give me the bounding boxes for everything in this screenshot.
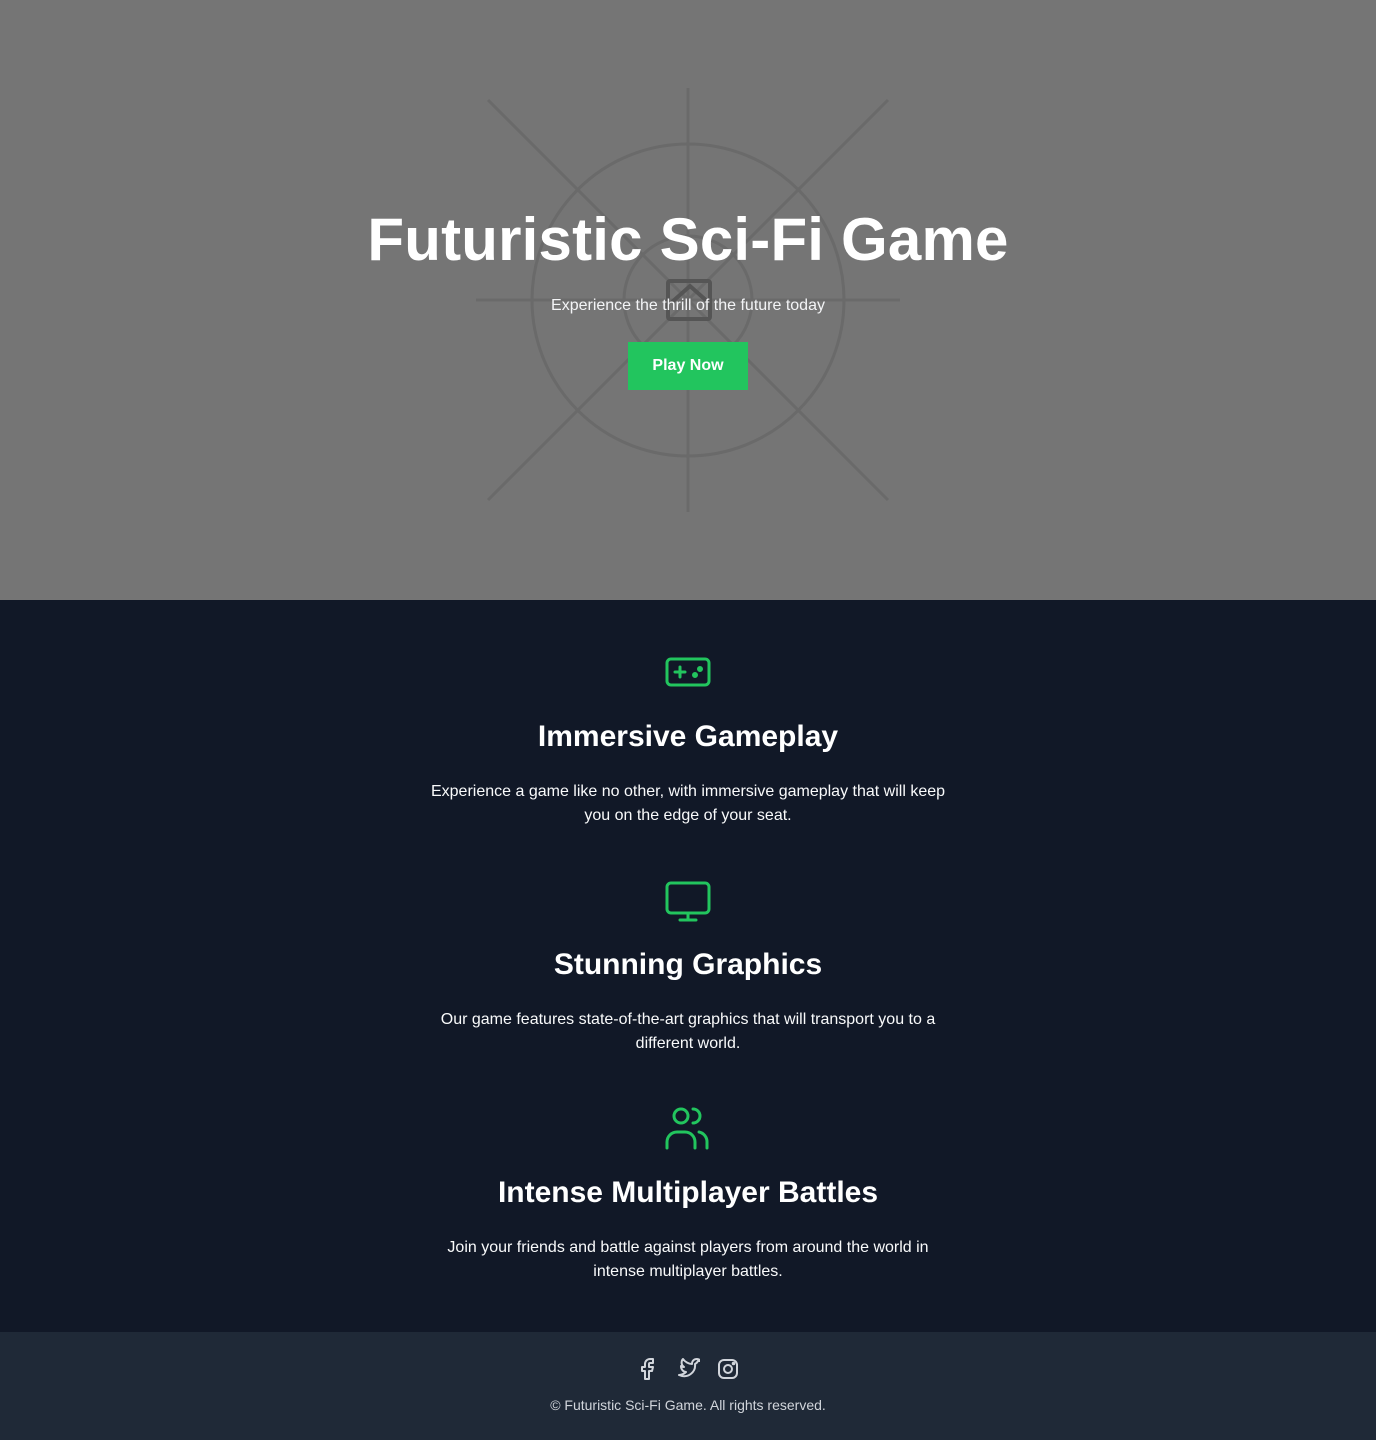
feature-stunning-graphics: Stunning Graphics Our game features stat… [0, 880, 1376, 1108]
play-now-button[interactable]: Play Now [628, 342, 748, 390]
hero-section: Futuristic Sci-Fi Game Experience the th… [0, 0, 1376, 600]
instagram-icon[interactable] [716, 1357, 740, 1381]
monitor-icon [664, 880, 712, 928]
hero-subtitle: Experience the thrill of the future toda… [551, 297, 825, 314]
users-icon [664, 1106, 712, 1154]
feature-description: Our game features state-of-the-art graph… [440, 1011, 936, 1052]
hero-title: Futuristic Sci-Fi Game [367, 206, 1009, 273]
site-footer: © Futuristic Sci-Fi Game. All rights res… [0, 1332, 1376, 1440]
gamepad-icon [664, 656, 712, 704]
feature-title: Stunning Graphics [553, 948, 823, 981]
feature-immersive-gameplay: Immersive Gameplay Experience a game lik… [0, 656, 1376, 884]
facebook-icon[interactable] [636, 1357, 660, 1381]
feature-description: Join your friends and battle against pla… [447, 1239, 929, 1280]
feature-multiplayer-battles: Intense Multiplayer Battles Join your fr… [0, 1106, 1376, 1334]
copyright-text: © Futuristic Sci-Fi Game. All rights res… [550, 1397, 826, 1413]
twitter-icon[interactable] [676, 1357, 702, 1381]
social-links [636, 1356, 740, 1382]
feature-title: Immersive Gameplay [537, 720, 839, 753]
features-section: Immersive Gameplay Experience a game lik… [0, 600, 1376, 1332]
feature-title: Intense Multiplayer Battles [497, 1176, 879, 1209]
feature-description: Experience a game like no other, with im… [430, 783, 946, 824]
